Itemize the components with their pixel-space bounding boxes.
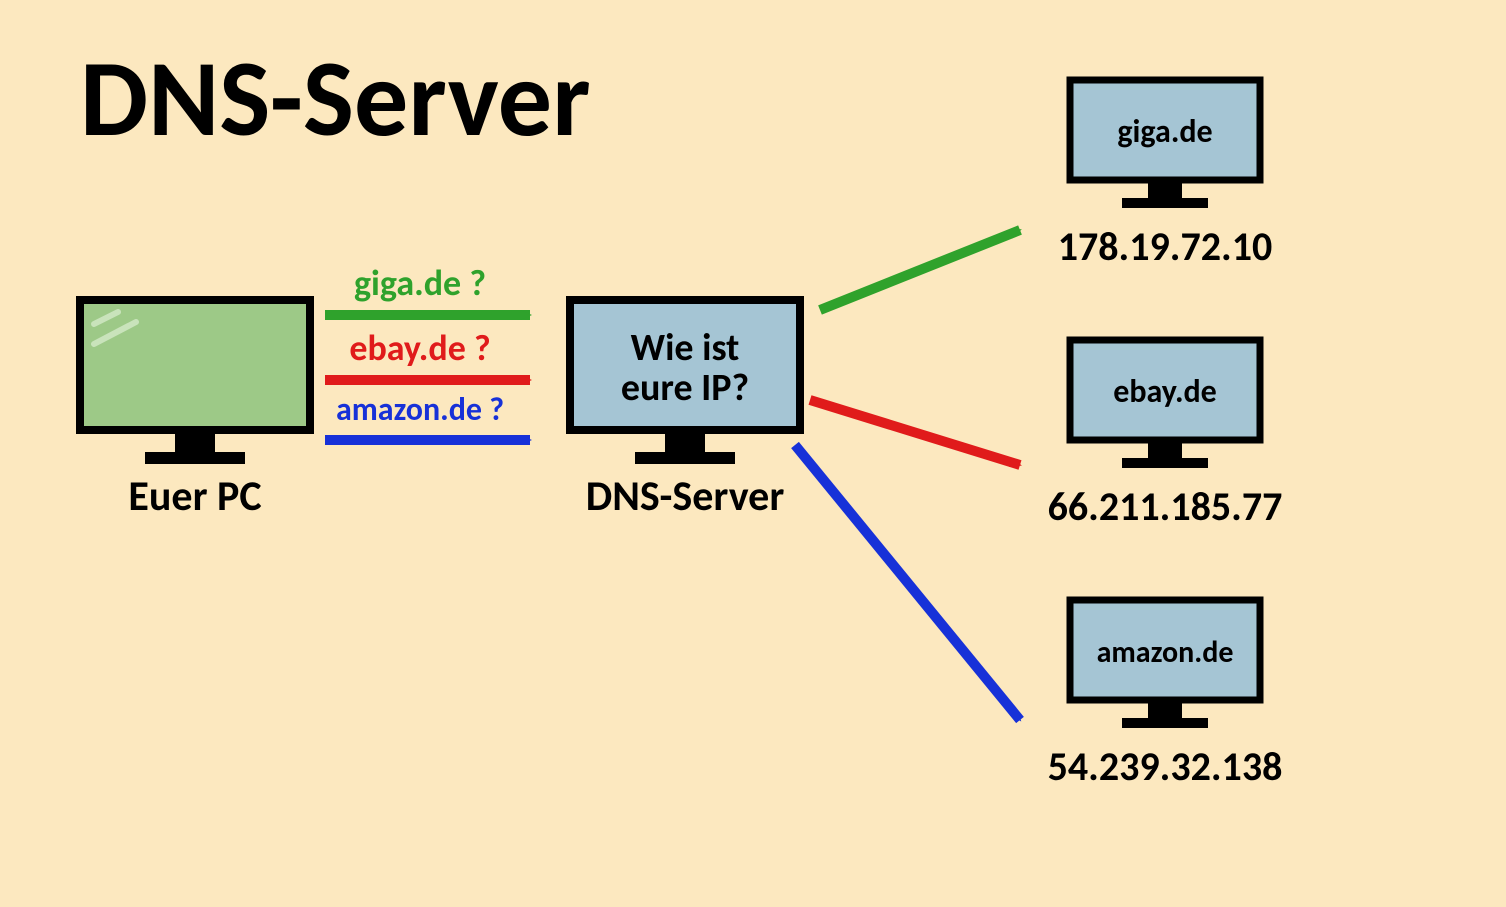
target-ebay-domain: ebay.de [1113, 372, 1217, 411]
out-arrow-ebay [810, 400, 1020, 465]
query-label-ebay: ebay.de ? [349, 326, 490, 370]
out-arrow-amazon [795, 445, 1020, 720]
target-giga-domain: giga.de [1117, 112, 1212, 151]
target-giga-ip: 178.19.72.10 [1058, 222, 1273, 271]
dns-server: Wie ist eure IP? [570, 300, 800, 464]
target-ebay: ebay.de [1070, 340, 1260, 468]
target-amazon: amazon.de [1070, 600, 1260, 728]
query-arrows: giga.de ? ebay.de ? amazon.de ? [325, 261, 530, 440]
page-title: DNS-Server [80, 33, 591, 165]
client-label: Euer PC [128, 471, 261, 522]
target-giga: giga.de [1070, 80, 1260, 208]
query-label-amazon: amazon.de ? [336, 390, 504, 429]
target-amazon-ip: 54.239.32.138 [1048, 742, 1283, 791]
client-pc [80, 300, 310, 464]
target-amazon-domain: amazon.de [1097, 634, 1234, 671]
out-arrow-giga [820, 230, 1020, 310]
lookup-arrows [795, 230, 1020, 720]
target-ebay-ip: 66.211.185.77 [1048, 482, 1283, 531]
query-label-giga: giga.de ? [354, 261, 486, 305]
dns-label: DNS-Server [586, 471, 785, 522]
dns-screen-line2: eure IP? [621, 365, 749, 411]
